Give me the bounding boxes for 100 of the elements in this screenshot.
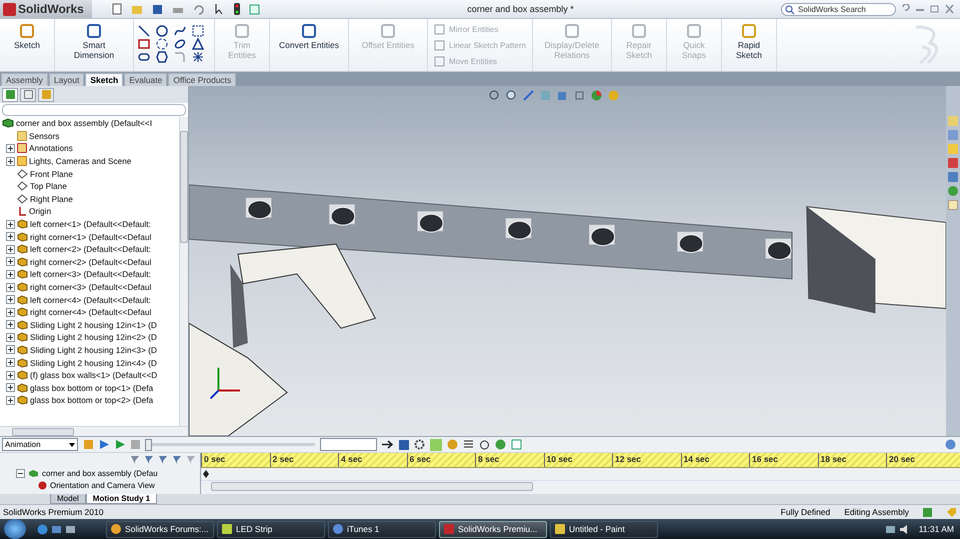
expander-icon[interactable] xyxy=(6,345,15,354)
tree-item[interactable]: Lights, Cameras and Scene xyxy=(2,154,179,168)
expander-icon[interactable] xyxy=(6,332,15,342)
app-icon xyxy=(555,524,565,534)
taskbar-button[interactable]: LED Strip xyxy=(217,520,325,538)
restore-icon xyxy=(930,4,939,14)
expander-icon[interactable] xyxy=(6,320,15,330)
plane-icon xyxy=(17,181,28,192)
expander-icon[interactable] xyxy=(6,232,15,242)
sensor-folder-icon xyxy=(17,130,27,141)
tree-item[interactable]: Annotations xyxy=(2,142,179,155)
expander-icon[interactable] xyxy=(6,358,15,368)
tree-item[interactable]: Sliding Light 2 housing 12in<2> (D xyxy=(2,331,179,344)
expander-icon[interactable] xyxy=(6,308,15,317)
scrollbar[interactable] xyxy=(179,117,188,426)
filter-selected-icon xyxy=(172,455,182,465)
tree-item[interactable]: Right Plane xyxy=(2,192,179,206)
filter-animated-icon xyxy=(144,455,154,465)
tag-icon xyxy=(946,508,957,516)
expander-icon[interactable] xyxy=(6,396,15,405)
tree-item[interactable]: right corner<3> (Default<<Defaul xyxy=(2,280,179,294)
part-icon xyxy=(17,395,28,406)
property-tab[interactable] xyxy=(20,88,36,102)
tree-item[interactable]: Sliding Light 2 housing 12in<3> (D xyxy=(2,344,179,356)
ribbon-command[interactable]: Sketch xyxy=(4,21,50,69)
tree-item[interactable]: left corner<4> (Default<<Default: xyxy=(2,293,179,306)
tree-item[interactable]: left corner<1> (Default<<Default: xyxy=(2,218,179,230)
tree-item[interactable]: glass box bottom or top<1> (Defa xyxy=(2,381,179,394)
tree-item[interactable]: left corner<2> (Default<<Default: xyxy=(2,242,179,256)
tree-item[interactable]: (f) glass box walls<1> (Default<<D xyxy=(2,368,179,382)
collapse-icon xyxy=(945,439,956,450)
expander-icon[interactable] xyxy=(6,370,15,380)
traffic-light-icon xyxy=(234,3,240,15)
command-tab[interactable]: Assembly xyxy=(1,73,48,86)
feature-tree-tab[interactable] xyxy=(2,88,18,102)
tree-item[interactable]: left corner<3> (Default<<Default: xyxy=(2,268,179,281)
tree-item[interactable]: corner and box assembly (Default<<I xyxy=(2,117,179,130)
motion-tree-item[interactable]: corner and box assembly (Defau xyxy=(0,467,200,479)
zoom-area-icon xyxy=(506,90,517,101)
taskbar-button[interactable]: SolidWorks Forums:... xyxy=(106,520,214,538)
expander-icon[interactable] xyxy=(6,282,15,292)
tree-item[interactable]: glass box bottom or top<2> (Defa xyxy=(2,394,179,407)
expander-icon[interactable] xyxy=(6,383,15,392)
tree-item[interactable]: Sensors xyxy=(2,130,179,142)
play-from-start-icon xyxy=(99,439,110,450)
hide-show-icon xyxy=(574,90,585,101)
search-field[interactable]: SolidWorks Search xyxy=(781,2,896,16)
origin-icon xyxy=(17,206,27,216)
expander-icon[interactable] xyxy=(6,270,15,279)
expander-icon[interactable] xyxy=(6,156,15,166)
tree-item[interactable]: Front Plane xyxy=(2,167,179,180)
study-tab[interactable]: Motion Study 1 xyxy=(86,494,158,504)
tree-item[interactable]: right corner<4> (Default<<Defaul xyxy=(2,306,179,318)
ribbon-command[interactable]: Rapid Sketch xyxy=(726,21,772,69)
tree-item[interactable]: right corner<1> (Default<<Defaul xyxy=(2,230,179,243)
line-icon xyxy=(138,24,150,36)
filter-icon xyxy=(130,455,140,465)
motion-tree-item[interactable]: Orientation and Camera View xyxy=(0,479,200,491)
expander-icon[interactable] xyxy=(6,220,15,229)
app-logo[interactable]: SolidWorks xyxy=(0,0,92,18)
expander-icon[interactable] xyxy=(16,468,25,478)
scrollbar[interactable] xyxy=(211,482,533,490)
study-tab[interactable]: Model xyxy=(50,494,86,504)
playback-speed-field[interactable] xyxy=(320,438,377,451)
command-tab[interactable]: Office Products xyxy=(168,73,236,86)
taskbar-button[interactable]: iTunes 1 xyxy=(328,520,436,538)
study-type-dropdown[interactable]: Animation xyxy=(2,438,78,451)
taskbar-button[interactable]: SolidWorks Premiu... xyxy=(439,520,547,538)
time-key-marker[interactable] xyxy=(203,470,209,478)
command-tab[interactable]: Layout xyxy=(48,73,84,86)
circle-icon xyxy=(156,24,168,36)
tree-item[interactable]: Sliding Light 2 housing 12in<4> (D xyxy=(2,356,179,369)
tree-item[interactable]: right corner<2> (Default<<Defaul xyxy=(2,256,179,268)
playback-slider[interactable] xyxy=(145,438,315,450)
expander-icon[interactable] xyxy=(6,295,15,304)
lights-folder-icon xyxy=(17,156,27,166)
taskbar-button[interactable]: Untitled - Paint xyxy=(550,520,658,538)
polygon-icon xyxy=(156,50,168,62)
expander-icon[interactable] xyxy=(6,144,15,153)
part-icon xyxy=(17,256,28,267)
command-icon xyxy=(434,40,445,50)
display-style-icon xyxy=(557,90,568,101)
slider-thumb[interactable] xyxy=(145,438,152,450)
start-button[interactable] xyxy=(4,519,26,539)
window-switch-icon xyxy=(65,524,76,534)
app-icon xyxy=(333,524,343,534)
tree-item[interactable]: Top Plane xyxy=(2,180,179,193)
command-tab[interactable]: Sketch xyxy=(85,73,124,86)
status-text: Editing Assembly xyxy=(844,507,909,517)
filter-field[interactable] xyxy=(2,104,186,116)
tree-item[interactable]: Origin xyxy=(2,205,179,218)
tree-item[interactable]: Sliding Light 2 housing 12in<1> (D xyxy=(2,318,179,332)
ribbon-command[interactable]: Smart Dimension xyxy=(59,21,129,69)
command-tab[interactable]: Evaluate xyxy=(124,73,168,86)
expander-icon[interactable] xyxy=(6,244,15,254)
expander-icon[interactable] xyxy=(6,257,15,266)
contact-icon xyxy=(479,439,490,450)
ribbon-command[interactable]: Convert Entities xyxy=(274,21,344,69)
scrollbar[interactable] xyxy=(0,426,188,436)
part-icon xyxy=(17,358,28,368)
